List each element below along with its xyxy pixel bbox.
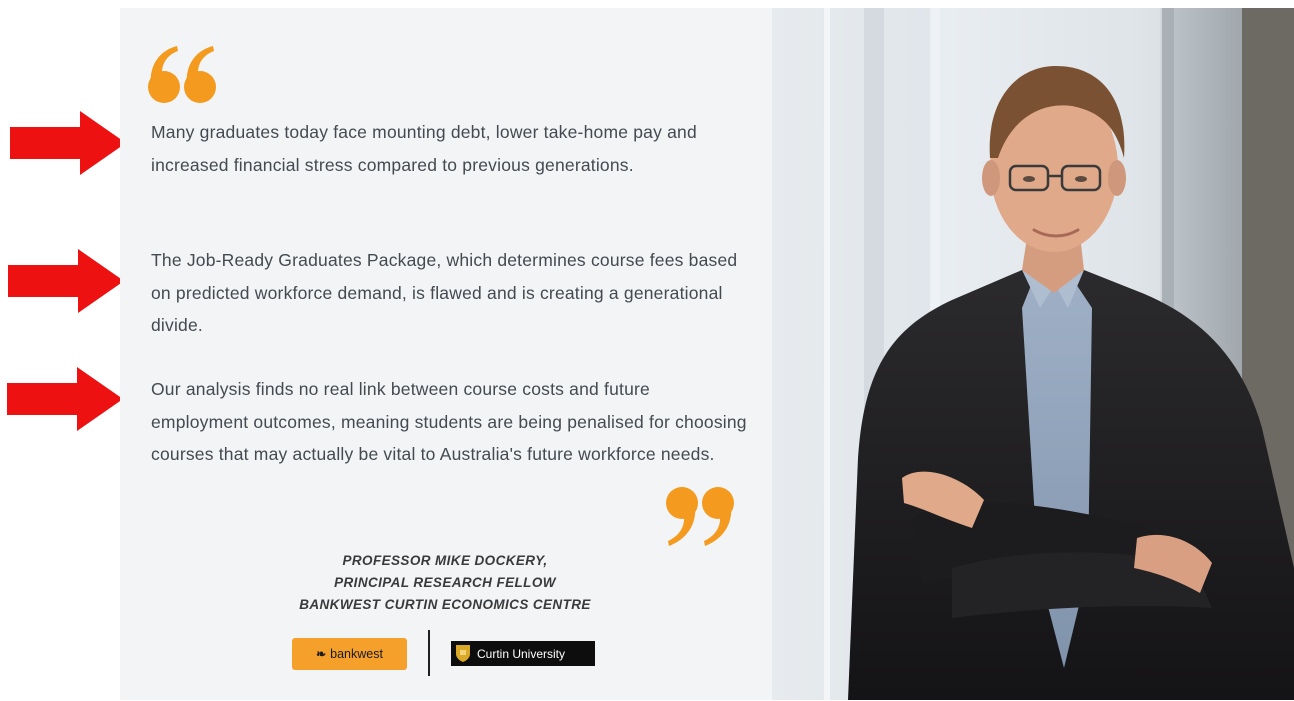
quote-paragraph: The Job-Ready Graduates Package, which d… xyxy=(151,250,738,335)
close-quote-icon xyxy=(666,487,734,546)
curtin-logo-text: Curtin University xyxy=(477,646,566,661)
partner-logos: ❧ bankwest Curtin University xyxy=(292,626,622,678)
page: Many graduates today face mounting debt,… xyxy=(0,0,1294,701)
portrait-icon xyxy=(772,8,1294,700)
bankwest-logo-text: bankwest xyxy=(330,647,383,661)
bankwest-mark-icon: ❧ xyxy=(316,647,327,661)
quote-paragraph: Many graduates today face mounting debt,… xyxy=(151,122,697,175)
curtin-shield-icon xyxy=(456,645,470,662)
attribution-organisation: BANKWEST CURTIN ECONOMICS CENTRE xyxy=(299,597,591,612)
quote-paragraph: Our analysis finds no real link between … xyxy=(151,379,747,464)
logo-divider xyxy=(428,630,430,676)
attribution-role: PRINCIPAL RESEARCH FELLOW xyxy=(334,575,556,590)
portrait-photo xyxy=(772,8,1294,700)
red-arrow-icon xyxy=(10,111,126,175)
quote-attribution: PROFESSOR MIKE DOCKERY, PRINCIPAL RESEAR… xyxy=(250,550,640,616)
bankwest-logo: ❧ bankwest xyxy=(292,638,407,670)
open-quote-icon xyxy=(148,46,216,103)
red-arrow-icon xyxy=(8,249,124,313)
quote-card: Many graduates today face mounting debt,… xyxy=(120,8,772,700)
curtin-university-logo: Curtin University xyxy=(451,641,595,666)
attribution-name: PROFESSOR MIKE DOCKERY, xyxy=(342,553,548,568)
red-arrow-icon xyxy=(7,367,123,431)
